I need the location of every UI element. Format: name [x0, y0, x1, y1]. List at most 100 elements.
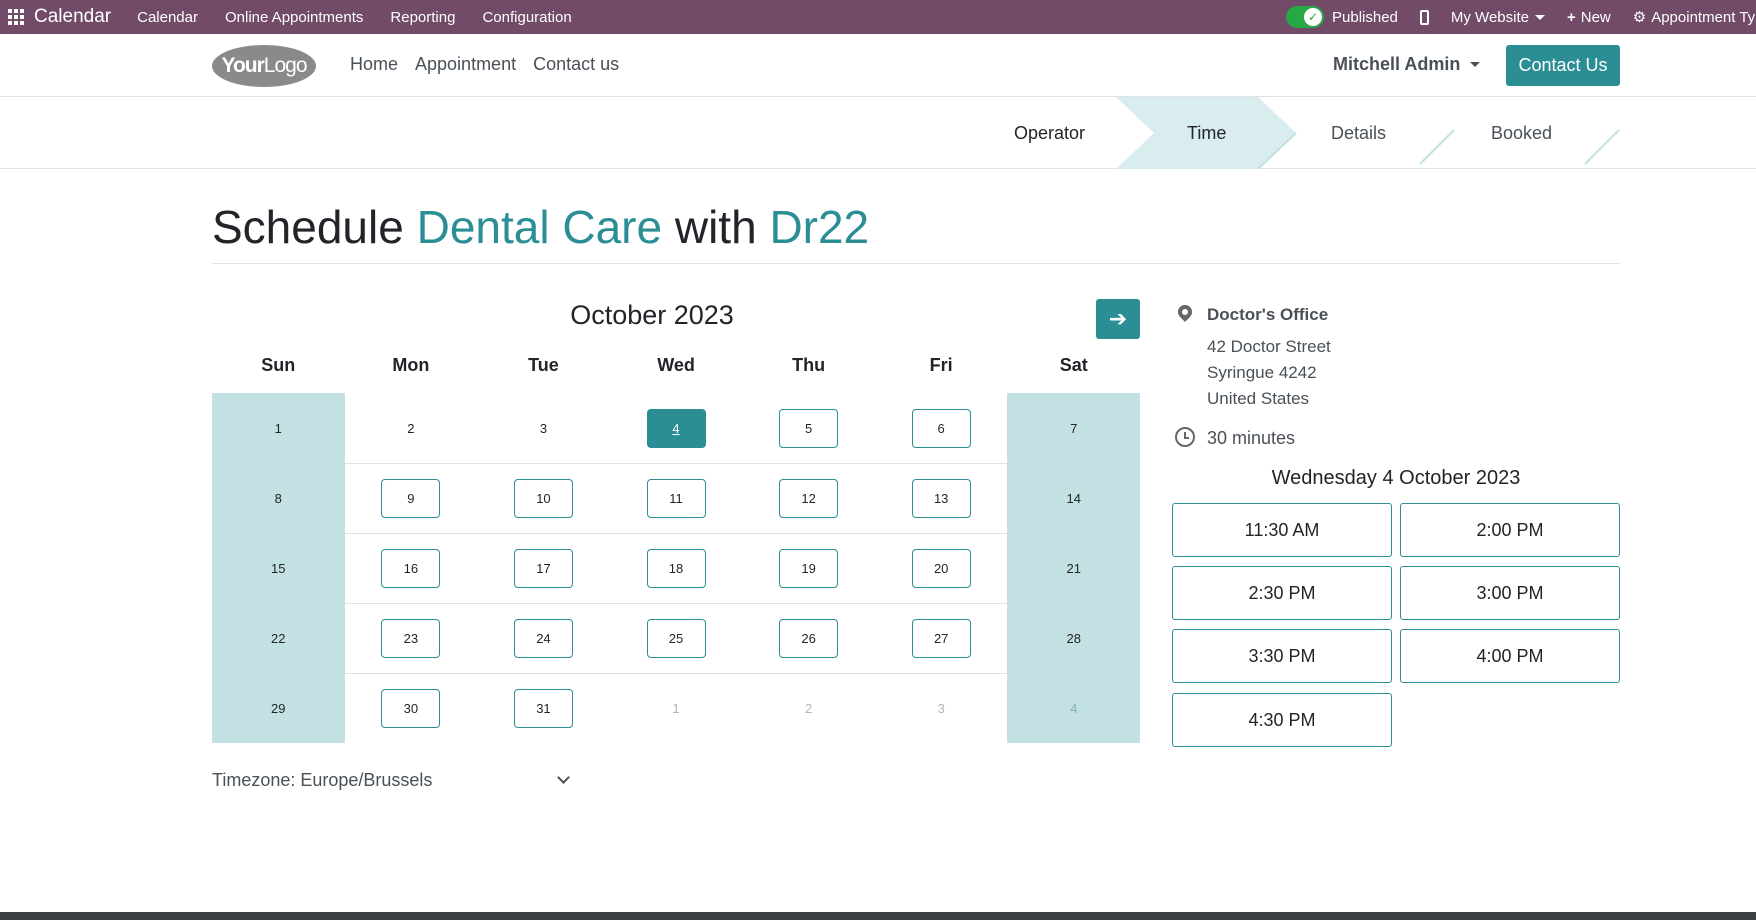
available-day-button[interactable]: 5 — [779, 408, 839, 448]
time-slot-button[interactable]: 3:30 PM — [1172, 629, 1392, 683]
day-number: 27 — [933, 631, 949, 646]
step-time: Time — [1187, 123, 1227, 143]
contact-us-button[interactable]: Contact Us — [1506, 45, 1620, 86]
calendar-week-row: 15 16 17 18 19 20 21 — [212, 533, 1141, 603]
calendar-weeks: 1 2 3 4 5 6 7 8 9 10 11 12 13 14 15 16 17 18 19 20 21 22 23 24 2… — [212, 393, 1141, 743]
day-number: 31 — [536, 701, 551, 716]
calendar-week-row: 22 23 24 25 26 27 28 — [212, 603, 1141, 673]
my-website-dropdown[interactable]: My Website — [1451, 9, 1545, 26]
user-menu[interactable]: Mitchell Admin — [1333, 54, 1481, 75]
nav-contact-us[interactable]: Contact us — [533, 54, 619, 75]
nav-appointment[interactable]: Appointment — [415, 54, 516, 75]
day-number: 19 — [801, 561, 816, 576]
available-day-button[interactable]: 11 — [646, 479, 706, 518]
available-day-button[interactable]: 13 — [911, 479, 971, 518]
footer-edge — [0, 912, 1756, 920]
selected-day-button[interactable]: 4 — [646, 408, 706, 448]
address-line: United States — [1207, 389, 1310, 408]
mobile-preview-button[interactable] — [1419, 9, 1429, 25]
available-day-button[interactable]: 26 — [779, 619, 839, 658]
day-number: 13 — [933, 491, 949, 506]
check-icon: ✓ — [1304, 8, 1322, 26]
appointment-type-label: Appointment Typ — [1651, 8, 1756, 26]
available-day-button[interactable]: 10 — [513, 479, 573, 518]
new-button[interactable]: + New — [1567, 9, 1611, 26]
available-day-button[interactable]: 18 — [646, 549, 706, 588]
available-day-button[interactable]: 20 — [911, 549, 971, 588]
day-number: 2 — [804, 701, 813, 716]
calendar-day: 23 — [344, 603, 478, 673]
nav-home[interactable]: Home — [350, 54, 398, 75]
site-logo[interactable]: Your Logo — [212, 45, 316, 87]
arrow-right-icon: ➔ — [1108, 306, 1128, 331]
day-number: 1 — [672, 701, 680, 716]
weekday-wed: Wed — [657, 355, 695, 375]
available-day-button[interactable]: 16 — [381, 549, 441, 588]
time-slot-button[interactable]: 3:00 PM — [1400, 566, 1620, 620]
day-number: 25 — [668, 631, 684, 646]
available-day-button[interactable]: 30 — [381, 689, 441, 728]
available-day-button[interactable]: 12 — [779, 479, 839, 518]
available-day-button[interactable]: 6 — [911, 408, 971, 448]
app-name[interactable]: Calendar — [34, 6, 111, 28]
calendar-day: 27 — [874, 603, 1008, 673]
clock-icon — [1175, 427, 1195, 447]
day-number: 9 — [407, 491, 415, 506]
day-number: 8 — [274, 490, 282, 506]
weekday-thu: Thu — [792, 355, 826, 375]
timezone-select[interactable]: Timezone: Europe/Brussels — [212, 770, 572, 791]
calendar-day: 5 — [742, 393, 875, 463]
menu-configuration[interactable]: Configuration — [482, 9, 571, 26]
available-day-button[interactable]: 17 — [513, 549, 573, 588]
day-number: 5 — [804, 420, 813, 436]
available-day-button[interactable]: 31 — [513, 689, 573, 728]
booking-steps: Operator Time Details Booked — [0, 97, 1756, 169]
calendar-day: 19 — [742, 533, 875, 603]
apps-menu-icon[interactable] — [4, 5, 28, 29]
logo-text-thin: Logo — [263, 54, 308, 77]
my-website-label: My Website — [1450, 8, 1529, 26]
time-slot-button[interactable]: 2:00 PM — [1400, 503, 1620, 557]
available-day-button[interactable]: 9 — [381, 479, 441, 518]
main-nav: Home Appointment Contact us — [350, 54, 636, 75]
step-operator: Operator — [1014, 123, 1086, 143]
day-number: 24 — [536, 631, 551, 646]
address-line: Syringue 4242 — [1207, 363, 1317, 382]
weekday-fri: Fri — [929, 355, 953, 375]
new-label: New — [1580, 8, 1611, 26]
day-number: 11 — [669, 491, 683, 506]
time-slot-button[interactable]: 4:30 PM — [1172, 693, 1392, 747]
day-number: 16 — [403, 561, 419, 576]
weekday-mon: Mon — [392, 355, 430, 375]
published-toggle[interactable]: ✓ Published — [1286, 6, 1398, 28]
menu-reporting[interactable]: Reporting — [390, 9, 455, 26]
next-month-button[interactable]: ➔ — [1096, 299, 1140, 339]
available-day-button[interactable]: 19 — [779, 549, 839, 588]
menu-online-appointments[interactable]: Online Appointments — [225, 9, 363, 26]
timezone-label: Timezone: Europe/Brussels — [212, 770, 433, 790]
calendar-day: 9 — [344, 463, 478, 533]
step-details: Details — [1331, 123, 1387, 143]
calendar-day: 16 — [344, 533, 478, 603]
available-day-button[interactable]: 27 — [911, 619, 971, 658]
time-slot-button[interactable]: 4:00 PM — [1400, 629, 1620, 683]
appointment-type-button[interactable]: ⚙ Appointment Typ — [1633, 8, 1756, 27]
calendar-day: 2 — [742, 673, 875, 743]
calendar-day: 30 — [344, 673, 478, 743]
plus-icon: + — [1566, 8, 1576, 26]
calendar-week-row: 29 30 31 1 2 3 4 — [212, 673, 1141, 743]
calendar-day: 31 — [477, 673, 610, 743]
calendar-day: 10 — [477, 463, 610, 533]
available-day-button[interactable]: 25 — [646, 619, 706, 658]
calendar-day: 15 — [212, 533, 345, 603]
toggle-switch[interactable]: ✓ — [1286, 6, 1324, 28]
available-day-button[interactable]: 23 — [381, 619, 441, 658]
menu-calendar[interactable]: Calendar — [137, 9, 198, 26]
day-number: 12 — [801, 491, 816, 506]
available-day-button[interactable]: 24 — [513, 619, 573, 658]
day-number: 3 — [539, 420, 548, 436]
time-slot-button[interactable]: 11:30 AM — [1172, 503, 1392, 557]
calendar-day: 11 — [609, 463, 743, 533]
caret-down-icon — [1534, 14, 1545, 20]
time-slot-button[interactable]: 2:30 PM — [1172, 566, 1392, 620]
